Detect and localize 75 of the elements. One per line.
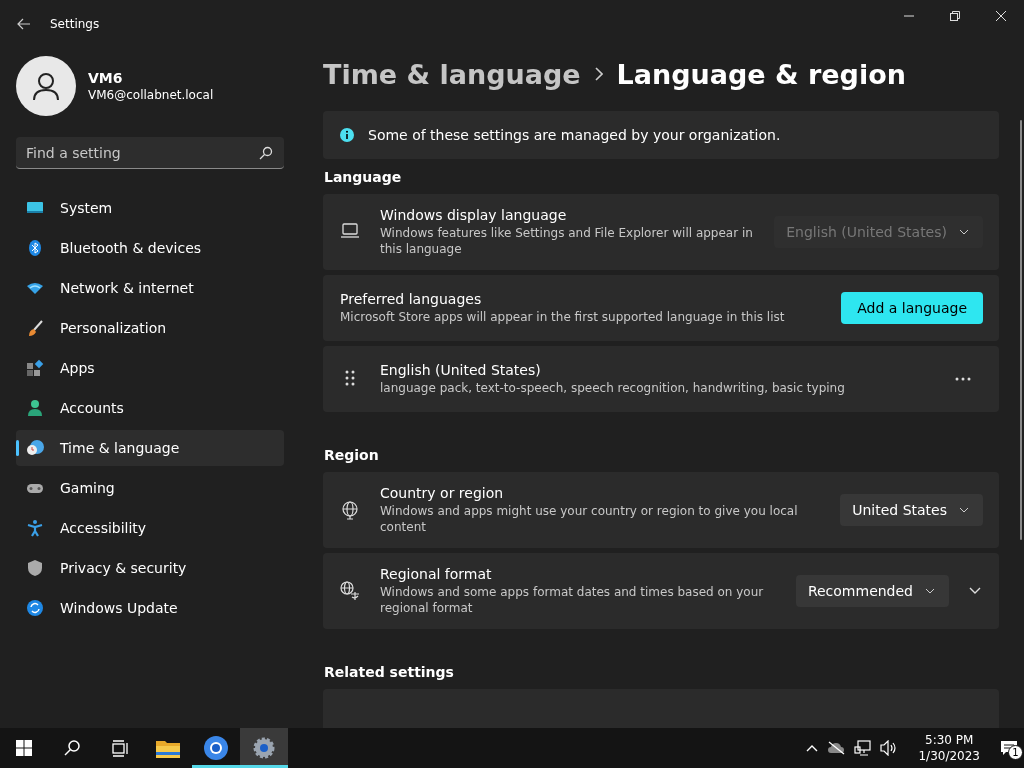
browser-icon [204, 736, 228, 760]
setting-description: Windows and some apps format dates and times based on your regional format [380, 584, 765, 617]
chevron-down-icon[interactable] [969, 587, 981, 596]
gear-icon [253, 737, 275, 759]
nav-item[interactable]: Privacy & security [16, 550, 284, 586]
start-icon[interactable] [16, 740, 32, 756]
shield-icon [26, 559, 44, 577]
setting-title: Regional format [380, 566, 493, 583]
section-heading: Language [324, 169, 403, 186]
more-icon[interactable] [955, 377, 971, 382]
setting-title: English (United States) [380, 362, 542, 379]
setting-description: language pack, text-to-speech, speech recognition, handwriting, basic typing [380, 380, 846, 397]
nav-item[interactable]: Accounts [16, 390, 284, 426]
setting-title: Country or region [380, 485, 505, 502]
chevron-right-icon [594, 67, 603, 82]
scrollbar[interactable] [1020, 120, 1022, 540]
selection-indicator [16, 440, 19, 456]
nav-item[interactable]: Bluetooth & devices [16, 230, 284, 266]
window-title: Settings [50, 17, 101, 31]
notification-count: 1 [1008, 745, 1023, 760]
person-icon [31, 71, 61, 101]
chevron-down-icon [959, 507, 969, 514]
update-icon [26, 599, 44, 617]
taskbar-app[interactable] [240, 728, 288, 768]
nav-item[interactable]: Accessibility [16, 510, 284, 546]
user-email: VM6@collabnet.local [88, 88, 214, 102]
breadcrumb-link[interactable]: Time & language [323, 58, 581, 90]
clock[interactable]: 5:30 PM 1/30/2023 [918, 732, 980, 764]
person-icon [26, 399, 44, 417]
brush-icon [26, 319, 44, 337]
setting-description: Windows and apps might use your country or region to give you local content [380, 503, 799, 536]
dropdown[interactable]: United States [840, 494, 983, 527]
globe-icon [340, 500, 360, 521]
back-icon[interactable] [16, 16, 32, 32]
nav-item[interactable]: System [16, 190, 284, 226]
user-name: VM6 [88, 70, 124, 86]
close-icon[interactable] [996, 11, 1006, 21]
nav-item[interactable]: Personalization [16, 310, 284, 346]
date-text: 1/30/2023 [918, 748, 980, 764]
setting-description: Microsoft Store apps will appear in the first supported language in this list [340, 309, 786, 326]
volume-icon[interactable] [880, 740, 899, 756]
clock-globe-icon [26, 439, 44, 457]
nav-item[interactable]: Gaming [16, 470, 284, 506]
search-field[interactable]: Find a setting [16, 137, 284, 169]
nav-item[interactable]: Windows Update [16, 590, 284, 626]
language-format-icon [340, 581, 360, 602]
notice-text: Some of these settings are managed by your organization. [368, 126, 781, 143]
page-title: Language & region [616, 58, 906, 90]
network-icon[interactable] [854, 740, 872, 756]
search-icon[interactable] [64, 740, 80, 756]
setting-description: Windows features like Settings and File Explorer will appear in this language [380, 225, 754, 258]
chevron-down-icon [925, 588, 935, 595]
accessibility-icon [26, 519, 44, 537]
nav-item[interactable]: Apps [16, 350, 284, 386]
cloud-off-icon[interactable] [827, 741, 846, 755]
dropdown[interactable]: Recommended [795, 575, 949, 608]
bluetooth-icon [26, 239, 44, 257]
language-card[interactable]: English (United States) language pack, text-to-speech, speech recognition, handwriting, basic typing [323, 346, 999, 413]
task-view-icon[interactable] [112, 739, 128, 757]
nav-item[interactable]: Time & language [16, 430, 284, 466]
add-language-button[interactable]: Add a language [841, 292, 983, 325]
nav-item[interactable]: Network & internet [16, 270, 284, 306]
apps-icon [26, 359, 44, 377]
chevron-up-icon[interactable] [806, 744, 819, 752]
search-icon [259, 146, 273, 160]
avatar[interactable] [16, 56, 76, 116]
chevron-down-icon [959, 229, 969, 236]
section-heading: Related settings [324, 664, 455, 681]
section-heading: Region [324, 447, 380, 464]
time-text: 5:30 PM [924, 732, 975, 748]
setting-title: Preferred languages [340, 291, 483, 308]
setting-title: Windows display language [380, 207, 568, 224]
maximize-icon[interactable] [950, 11, 960, 21]
info-icon [340, 127, 354, 142]
folder-icon [156, 738, 180, 758]
